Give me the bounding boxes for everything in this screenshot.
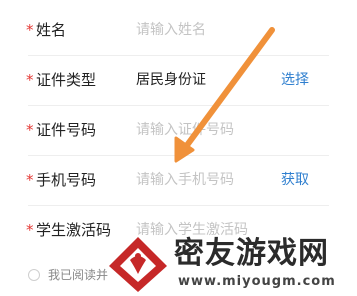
phone-row: * 手机号码 获取 — [0, 156, 357, 206]
required-mark: * — [26, 171, 34, 189]
watermark-title: 密友游戏网 — [174, 236, 329, 271]
required-mark: * — [26, 21, 34, 39]
watermark-url: www.miyougm.com — [178, 274, 336, 289]
id-type-row[interactable]: * 证件类型 居民身份证 选择 — [0, 56, 357, 106]
watermark-logo-icon — [109, 237, 167, 292]
id-type-value: 居民身份证 — [136, 72, 206, 88]
phone-input[interactable] — [136, 168, 276, 192]
name-input[interactable] — [136, 18, 276, 42]
get-phone-button[interactable]: 获取 — [281, 169, 309, 191]
name-row: * 姓名 — [0, 6, 357, 56]
id-number-label: 证件号码 — [36, 121, 97, 139]
select-id-type-button[interactable]: 选择 — [281, 69, 309, 91]
watermark: 密友游戏网 www.miyougm.com — [100, 232, 357, 296]
required-mark: * — [26, 71, 34, 89]
required-mark: * — [26, 121, 34, 139]
agreement-radio[interactable] — [28, 269, 40, 281]
phone-label: 手机号码 — [36, 171, 97, 189]
id-number-row: * 证件号码 — [0, 106, 357, 156]
agreement-text: 我已阅读并 — [48, 268, 109, 282]
id-type-label: 证件类型 — [36, 71, 97, 89]
id-number-input[interactable] — [136, 118, 276, 142]
registration-form-page: * 姓名 * 证件类型 居民身份证 选择 * 证件号码 * 手机号码 获取 * … — [0, 0, 357, 296]
required-mark: * — [26, 221, 34, 239]
name-label: 姓名 — [36, 21, 67, 39]
